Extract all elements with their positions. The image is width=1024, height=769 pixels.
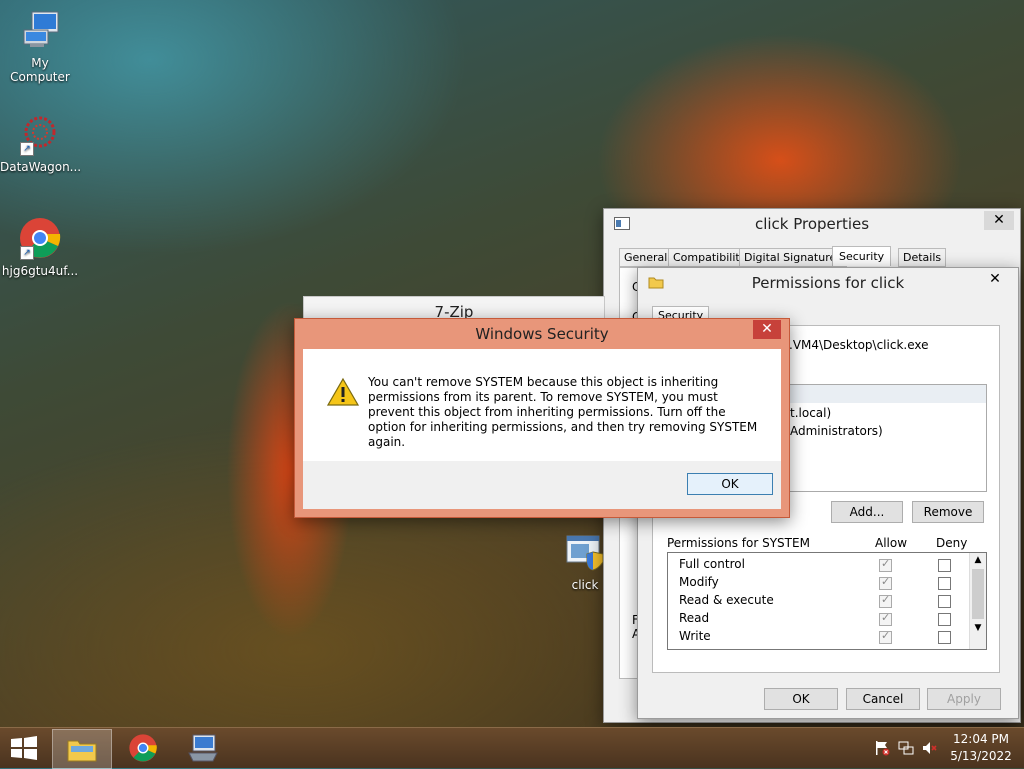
add-button[interactable]: Add... bbox=[831, 501, 903, 523]
remove-button[interactable]: Remove bbox=[912, 501, 984, 523]
allow-checkbox[interactable] bbox=[879, 575, 892, 590]
file-explorer-icon bbox=[67, 740, 97, 762]
taskbar-app-network[interactable] bbox=[184, 730, 222, 766]
desktop-icon-my-computer[interactable]: My Computer bbox=[0, 8, 80, 84]
permission-row: Write bbox=[679, 629, 969, 647]
permission-row: Read & execute bbox=[679, 593, 969, 611]
list-scrollbar[interactable]: ▲ ▼ bbox=[969, 553, 986, 649]
deny-header: Deny bbox=[936, 536, 968, 550]
apply-button[interactable]: Apply bbox=[927, 688, 1001, 710]
permission-name: Full control bbox=[679, 557, 745, 571]
security-titlebar[interactable]: Windows Security ✕ bbox=[295, 319, 789, 347]
taskbar-app-chrome[interactable] bbox=[124, 730, 162, 766]
exe-shield-icon bbox=[563, 530, 607, 574]
object-path: .VM4\Desktop\click.exe bbox=[789, 338, 929, 352]
scroll-down-icon[interactable]: ▼ bbox=[970, 621, 986, 635]
chrome-icon: ↗ bbox=[18, 216, 62, 260]
desktop-icon-label: My Computer bbox=[10, 56, 70, 84]
perm-header: Permissions for SYSTEM bbox=[667, 536, 810, 550]
network-app-icon bbox=[188, 734, 218, 762]
scrollbar-thumb[interactable] bbox=[972, 569, 984, 619]
permission-name: Read & execute bbox=[679, 593, 774, 607]
deny-checkbox[interactable] bbox=[938, 559, 951, 572]
desktop-icon-label: hjg6gtu4uf... bbox=[1, 264, 79, 278]
action-center-flag-icon bbox=[876, 741, 890, 756]
desktop-icon-label: DataWagon... bbox=[0, 160, 82, 174]
security-body: You can't remove SYSTEM because this obj… bbox=[303, 349, 781, 461]
security-footer: OK bbox=[303, 461, 781, 509]
datawagon-icon: ↗ bbox=[18, 112, 62, 156]
allow-header: Allow bbox=[875, 536, 908, 550]
tray-network[interactable] bbox=[898, 740, 914, 756]
cancel-button[interactable]: Cancel bbox=[846, 688, 920, 710]
computer-icon bbox=[18, 8, 62, 52]
security-ok-button[interactable]: OK bbox=[687, 473, 773, 495]
network-icon bbox=[898, 741, 914, 755]
properties-titlebar[interactable]: click Properties ✕ bbox=[604, 209, 1020, 237]
ok-button[interactable]: OK bbox=[764, 688, 838, 710]
start-button[interactable] bbox=[10, 736, 38, 760]
deny-checkbox[interactable] bbox=[938, 595, 951, 608]
chrome-icon bbox=[129, 734, 157, 762]
deny-checkbox[interactable] bbox=[938, 577, 951, 590]
tab-digital-signatures[interactable]: Digital Signatures bbox=[739, 248, 847, 267]
permission-name: Modify bbox=[679, 575, 719, 589]
desktop-icon-datawagon[interactable]: ↗ DataWagon... bbox=[0, 112, 82, 174]
deny-checkbox[interactable] bbox=[938, 613, 951, 626]
permission-row: Modify bbox=[679, 575, 969, 593]
taskbar: 12:04 PM 5/13/2022 bbox=[0, 727, 1024, 769]
properties-title: click Properties bbox=[754, 215, 870, 233]
allow-checkbox[interactable] bbox=[879, 611, 892, 626]
permission-name: Read bbox=[679, 611, 710, 625]
allow-checkbox[interactable] bbox=[879, 557, 892, 572]
deny-checkbox[interactable] bbox=[938, 631, 951, 644]
permission-row: Full control bbox=[679, 557, 969, 575]
principals-header bbox=[788, 385, 986, 403]
security-message: You can't remove SYSTEM because this obj… bbox=[368, 375, 758, 449]
security-title: Windows Security bbox=[475, 325, 609, 343]
permissions-title: Permissions for click bbox=[751, 274, 905, 292]
principal-item[interactable]: t.local) bbox=[790, 406, 831, 420]
security-dialog: Windows Security ✕ You can't remove SYST… bbox=[294, 318, 790, 518]
security-close-button[interactable]: ✕ bbox=[753, 320, 781, 339]
allow-checkbox[interactable] bbox=[879, 593, 892, 608]
permissions-close-button[interactable]: ✕ bbox=[980, 270, 1010, 289]
tab-general[interactable]: General bbox=[619, 248, 673, 267]
windows-logo-icon bbox=[11, 736, 37, 760]
permission-name: Write bbox=[679, 629, 711, 643]
tab-security[interactable]: Security bbox=[832, 246, 892, 266]
allow-checkbox[interactable] bbox=[879, 629, 892, 644]
tray-volume[interactable] bbox=[922, 740, 938, 756]
warning-icon bbox=[327, 377, 359, 406]
scroll-up-icon[interactable]: ▲ bbox=[970, 553, 986, 567]
tray-flag[interactable] bbox=[874, 740, 890, 756]
permissions-list[interactable]: Full control Modify Read & execute Read bbox=[667, 552, 987, 650]
properties-close-button[interactable]: ✕ bbox=[984, 211, 1014, 230]
principal-item[interactable]: Administrators) bbox=[790, 424, 883, 438]
permissions-titlebar[interactable]: Permissions for click ✕ bbox=[638, 268, 1018, 296]
desktop-icon-hjg6gtu4uf[interactable]: ↗ hjg6gtu4uf... bbox=[0, 216, 80, 278]
shortcut-arrow-icon: ↗ bbox=[20, 246, 34, 260]
taskbar-app-explorer[interactable] bbox=[52, 729, 112, 769]
speaker-muted-icon bbox=[923, 742, 937, 754]
taskbar-time[interactable]: 12:04 PM bbox=[950, 732, 1012, 746]
tab-details[interactable]: Details bbox=[898, 248, 947, 267]
principals-list[interactable]: t.local) Administrators) bbox=[787, 384, 987, 492]
permission-row: Read bbox=[679, 611, 969, 629]
taskbar-date[interactable]: 5/13/2022 bbox=[950, 749, 1012, 763]
shortcut-arrow-icon: ↗ bbox=[20, 142, 34, 156]
